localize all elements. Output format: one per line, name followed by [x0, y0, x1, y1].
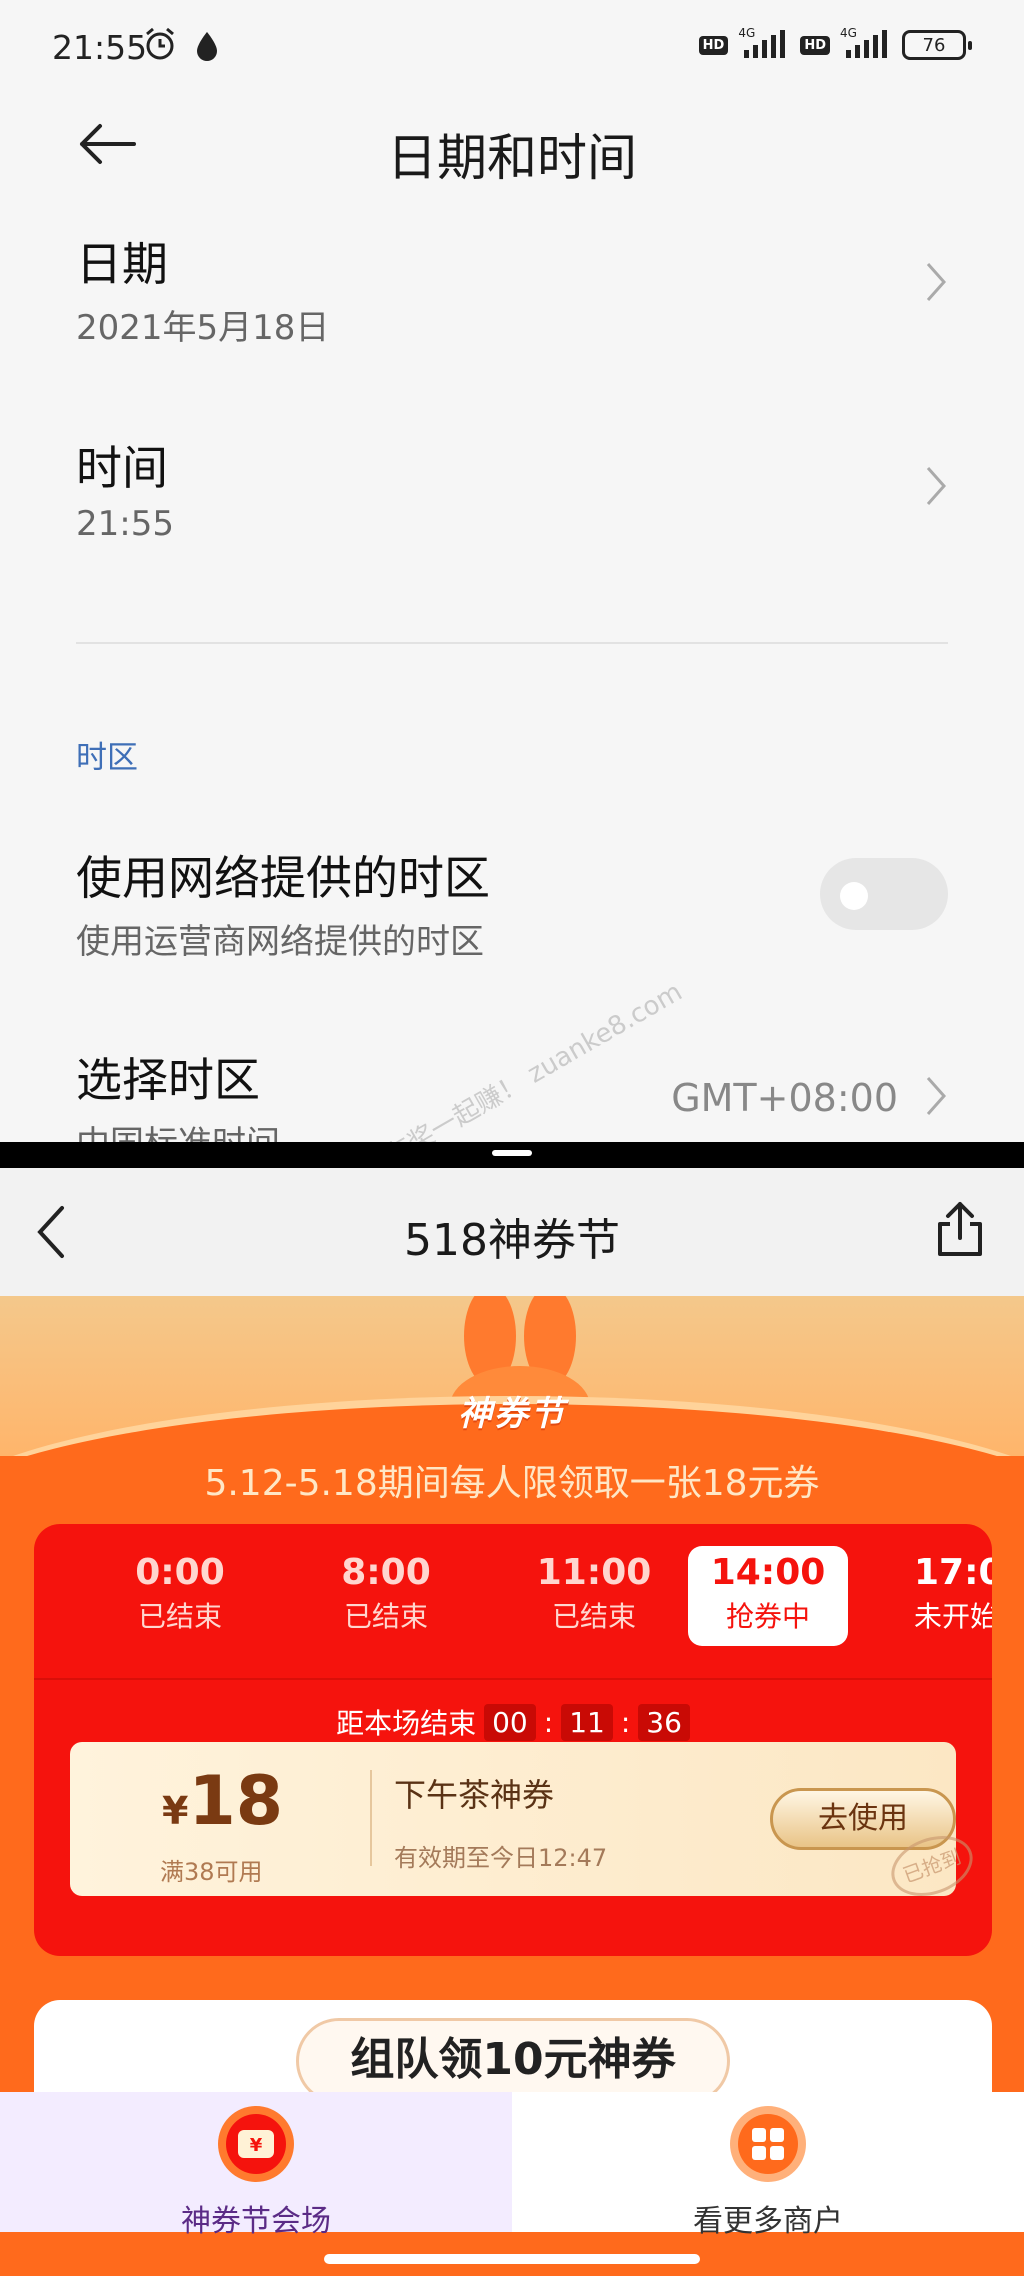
- settings-pane: 21:55 HD 4G HD 4G 76 日期和时间 日期 2021年5月18日…: [0, 0, 1024, 1142]
- split-handle[interactable]: [492, 1150, 532, 1156]
- countdown-label: 距本场结束: [336, 1707, 477, 1740]
- time-slot-active[interactable]: 14:00 抢券中: [688, 1546, 848, 1646]
- time-slot-tabs: 0:00已结束 8:00已结束 11:00已结束 14:00抢券中 17:00未…: [34, 1524, 992, 1680]
- split-screen-divider[interactable]: [0, 1142, 1024, 1168]
- timezone-value: GMT+08:00: [671, 1076, 898, 1120]
- tab-more-merchants[interactable]: 看更多商户: [512, 2092, 1024, 2239]
- auto-timezone-toggle[interactable]: [820, 858, 948, 930]
- coupon-amount: ¥18: [162, 1762, 284, 1841]
- coupon-ticket: ¥18 满38可用 下午茶神券 有效期至今日12:47 去使用 已抢到: [70, 1742, 982, 1907]
- coupon-title: 下午茶神券: [394, 1776, 555, 1814]
- date-label: 日期: [76, 237, 168, 291]
- app-title: 518神券节: [404, 1215, 620, 1266]
- time-slot[interactable]: 0:00 已结束: [100, 1552, 260, 1635]
- status-time: 21:55: [52, 28, 148, 67]
- app-pane: 518神券节 神券节 5.12-5.18期间每人限领取一张18元券 0:00 已结…: [0, 1168, 1024, 2276]
- chevron-right-icon: [926, 467, 947, 505]
- coupon-card: 0:00已结束 8:00已结束 11:00已结束 14:00抢券中 17:00未…: [34, 1524, 992, 1956]
- tab-label: 神券节会场: [181, 2204, 331, 2239]
- countdown: 距本场结束 00 : 11 : 36: [34, 1702, 992, 1742]
- hd-badge: HD: [698, 35, 729, 55]
- toggle-knob: [840, 882, 868, 910]
- share-icon[interactable]: [934, 1198, 986, 1258]
- countdown-minutes: 11: [561, 1703, 613, 1741]
- section-label-timezone: 时区: [76, 740, 138, 776]
- festival-logo: 神券节: [458, 1394, 566, 1434]
- hd-badge: HD: [800, 35, 830, 55]
- alarm-icon: [146, 27, 174, 60]
- date-row[interactable]: 日期 2021年5月18日: [76, 228, 950, 368]
- promo-text: 5.12-5.18期间每人限领取一张18元券: [204, 1463, 820, 1504]
- tab-label: 看更多商户: [693, 2204, 843, 2239]
- coupon-venue-icon: ¥: [218, 2106, 294, 2182]
- coupon-separator: [370, 1770, 372, 1866]
- tab-festival-venue[interactable]: ¥ 神券节会场: [0, 2092, 512, 2239]
- auto-timezone-desc: 使用运营商网络提供的时区: [76, 922, 484, 962]
- time-value: 21:55: [76, 504, 174, 544]
- coupon-condition: 满38可用: [160, 1858, 263, 1886]
- svg-text:¥: ¥: [250, 2135, 263, 2156]
- status-bar: 21:55 HD 4G HD 4G 76: [0, 0, 1024, 92]
- auto-timezone-label: 使用网络提供的时区: [76, 851, 490, 905]
- status-indicators: HD 4G HD 4G 76: [698, 26, 972, 60]
- app-nav-bar: 518神券节: [0, 1168, 1024, 1296]
- time-slot[interactable]: 11:00 已结束: [514, 1552, 674, 1635]
- chevron-right-icon: [926, 263, 947, 301]
- countdown-hours: 00: [484, 1703, 536, 1741]
- battery-icon: 76: [902, 30, 972, 60]
- merchants-grid-icon: [730, 2106, 806, 2182]
- coupon-expiry: 有效期至今日12:47: [394, 1844, 608, 1872]
- chevron-right-icon: [926, 1077, 947, 1115]
- auto-timezone-row[interactable]: 使用网络提供的时区 使用运营商网络提供的时区: [76, 842, 950, 962]
- signal-icon: 4G: [738, 26, 790, 60]
- signal-icon: 4G: [840, 26, 892, 60]
- time-label: 时间: [76, 441, 168, 495]
- date-value: 2021年5月18日: [76, 308, 330, 348]
- time-slot[interactable]: 17:00未开始: [914, 1552, 992, 1635]
- home-indicator[interactable]: [324, 2254, 700, 2264]
- divider: [76, 642, 948, 644]
- time-slot[interactable]: 8:00 已结束: [306, 1552, 466, 1635]
- countdown-seconds: 36: [638, 1703, 690, 1741]
- page-title: 日期和时间: [387, 129, 637, 187]
- time-row[interactable]: 时间 21:55: [76, 432, 950, 572]
- drop-icon: [197, 32, 217, 61]
- bottom-tab-bar: ¥ 神券节会场 看更多商户: [0, 2092, 1024, 2239]
